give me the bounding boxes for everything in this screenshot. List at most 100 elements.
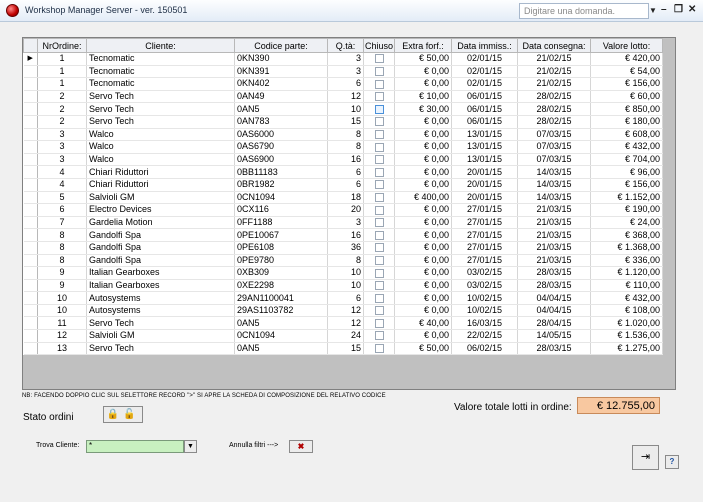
table-cell[interactable]: 20/01/15 [451, 191, 519, 205]
table-cell[interactable]: 10/02/15 [451, 304, 519, 318]
table-cell[interactable]: Electro Devices [86, 203, 235, 217]
table-cell[interactable]: Servo Tech [86, 316, 235, 331]
table-cell[interactable]: 1 [37, 65, 87, 79]
table-cell[interactable]: 27/01/15 [451, 216, 519, 230]
table-row[interactable]: 13 Servo Tech 0AN5 15 € 50,00 06/02/15 28/03/1… [23, 342, 664, 356]
table-cell[interactable]: 21/03/15 [517, 228, 592, 242]
table-cell[interactable]: € 0,00 [394, 65, 453, 79]
record-selector[interactable] [23, 140, 38, 154]
table-cell[interactable]: 0AN5 [234, 102, 328, 116]
table-cell[interactable]: 0PE10067 [234, 228, 328, 242]
column-header[interactable]: Cliente: [86, 38, 235, 53]
table-cell[interactable]: Salvioli GM [86, 329, 235, 343]
table-row[interactable]: 8 Gandolfi Spa 0PE9780 8 € 0,00 27/01/15 21/03… [23, 254, 664, 268]
table-cell[interactable]: 20/01/15 [451, 165, 519, 179]
table-cell[interactable]: 0AN49 [234, 90, 328, 104]
table-cell[interactable]: 10 [37, 291, 87, 305]
table-cell[interactable]: 0AS6000 [234, 128, 328, 142]
table-cell[interactable]: € 10,00 [394, 90, 453, 104]
reset-filters-button[interactable]: ✖ [289, 440, 313, 453]
table-cell[interactable]: 1 [37, 77, 87, 91]
table-cell[interactable]: 9 [37, 266, 87, 280]
table-cell[interactable]: 3 [327, 65, 364, 79]
table-cell[interactable]: 3 [327, 216, 364, 230]
table-cell[interactable]: 0KN391 [234, 65, 328, 79]
table-row[interactable]: 3 Walco 0AS6790 8 € 0,00 13/01/15 07/03/15 € 43… [23, 140, 664, 154]
table-row[interactable]: 3 Walco 0AS6000 8 € 0,00 13/01/15 07/03/15 € 60… [23, 128, 664, 142]
column-header[interactable]: Q.tà: [327, 38, 364, 53]
table-cell[interactable]: 15 [327, 342, 364, 356]
table-cell[interactable]: € 850,00 [590, 102, 664, 116]
table-cell[interactable]: € 0,00 [394, 279, 453, 293]
record-selector[interactable] [23, 115, 38, 129]
table-cell[interactable]: € 1.368,00 [590, 241, 664, 255]
table-cell[interactable]: 0XB309 [234, 266, 328, 280]
table-row[interactable]: 1 Tecnomatic 0KN391 3 € 0,00 02/01/15 21/02/15… [23, 65, 664, 79]
table-cell[interactable]: € 0,00 [394, 128, 453, 142]
exit-button[interactable]: ⇥ [632, 445, 659, 470]
record-selector[interactable] [23, 316, 38, 331]
table-cell[interactable]: € 608,00 [590, 128, 664, 142]
closed-checkbox[interactable] [374, 167, 384, 177]
record-selector[interactable] [23, 203, 38, 217]
table-row[interactable]: ▶ 1 Tecnomatic 0KN390 3 € 50,00 02/01/15 21/02/… [23, 52, 664, 66]
record-selector[interactable] [23, 165, 38, 179]
table-cell[interactable]: Walco [86, 153, 235, 167]
table-cell[interactable]: 12 [327, 304, 364, 318]
closed-checkbox[interactable] [374, 255, 384, 265]
table-cell[interactable]: 2 [37, 115, 87, 129]
table-cell[interactable]: € 0,00 [394, 77, 453, 91]
table-cell[interactable]: € 432,00 [590, 140, 664, 154]
table-cell[interactable]: Chiari Riduttori [86, 165, 235, 179]
minimize-button[interactable]: – [661, 4, 667, 15]
table-cell[interactable]: 21/02/15 [517, 52, 592, 66]
table-cell[interactable]: 0CN1094 [234, 329, 328, 343]
table-cell[interactable]: 14/03/15 [517, 178, 592, 192]
closed-checkbox[interactable] [374, 230, 384, 240]
table-cell[interactable]: 5 [37, 191, 87, 205]
closed-checkbox[interactable] [374, 54, 384, 64]
table-cell[interactable]: 04/04/15 [517, 291, 592, 305]
table-cell[interactable]: 6 [327, 165, 364, 179]
table-cell[interactable]: 06/01/15 [451, 102, 519, 116]
table-cell[interactable]: 27/01/15 [451, 254, 519, 268]
table-cell[interactable]: 11 [37, 316, 87, 331]
closed-checkbox[interactable] [374, 344, 384, 354]
table-cell[interactable]: 0AN783 [234, 115, 328, 129]
closed-checkbox[interactable] [374, 142, 384, 152]
table-cell[interactable]: 9 [37, 279, 87, 293]
table-cell[interactable]: 15 [327, 115, 364, 129]
table-cell[interactable]: Italian Gearboxes [86, 279, 235, 293]
table-cell[interactable]: 12 [327, 316, 364, 331]
table-cell[interactable]: € 180,00 [590, 115, 664, 129]
closed-checkbox[interactable] [374, 205, 384, 215]
restore-button[interactable]: ❐ [674, 4, 683, 15]
column-header[interactable]: Data consegna: [517, 38, 592, 53]
closed-checkbox[interactable] [374, 79, 384, 89]
table-cell[interactable]: 4 [37, 178, 87, 192]
table-cell[interactable]: 02/01/15 [451, 52, 519, 66]
table-row[interactable]: 12 Salvioli GM 0CN1094 24 € 0,00 22/02/15 14/0… [23, 329, 664, 343]
table-cell[interactable]: € 0,00 [394, 153, 453, 167]
table-cell[interactable]: 0CX116 [234, 203, 328, 217]
table-cell[interactable]: 0AN5 [234, 342, 328, 356]
find-client-dropdown-icon[interactable]: ▼ [184, 440, 197, 453]
table-cell[interactable]: Gandolfi Spa [86, 228, 235, 242]
table-cell[interactable]: € 156,00 [590, 77, 664, 91]
lock-toggle-icon[interactable]: 🔒🔓 [103, 406, 143, 423]
table-cell[interactable]: Tecnomatic [86, 77, 235, 91]
table-cell[interactable]: 21/03/15 [517, 216, 592, 230]
table-cell[interactable]: 6 [327, 291, 364, 305]
table-cell[interactable]: Chiari Riduttori [86, 178, 235, 192]
closed-checkbox[interactable] [374, 180, 384, 190]
table-cell[interactable]: 24 [327, 329, 364, 343]
closed-checkbox[interactable] [374, 268, 384, 278]
table-cell[interactable]: € 0,00 [394, 140, 453, 154]
table-cell[interactable]: € 40,00 [394, 316, 453, 331]
table-cell[interactable]: 28/03/15 [517, 279, 592, 293]
table-cell[interactable]: 3 [37, 153, 87, 167]
record-selector[interactable] [23, 342, 38, 356]
table-cell[interactable]: 0CN1094 [234, 191, 328, 205]
table-cell[interactable]: 06/01/15 [451, 90, 519, 104]
table-cell[interactable]: € 108,00 [590, 304, 664, 318]
